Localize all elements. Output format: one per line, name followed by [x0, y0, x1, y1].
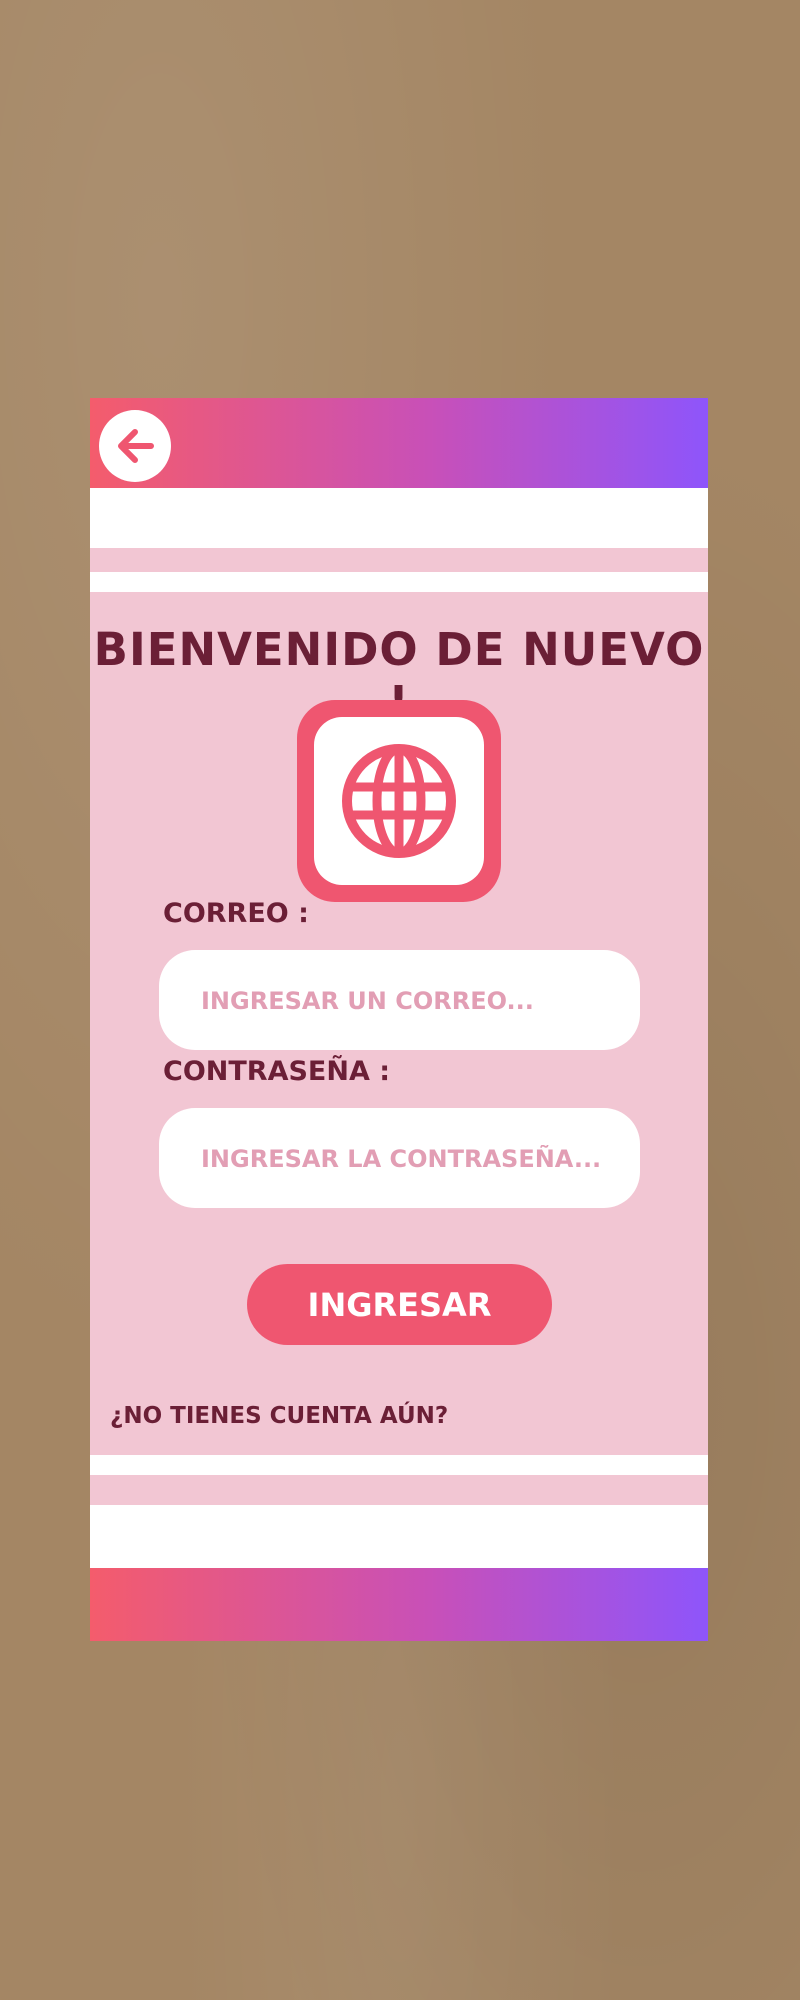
- top-band-1: [90, 488, 708, 548]
- signup-link[interactable]: ¿NO TIENES CUENTA AÚN?: [110, 1403, 448, 1429]
- arrow-left-icon: [118, 429, 154, 463]
- email-label: CORREO :: [163, 898, 309, 929]
- login-card: BIENVENIDO DE NUEVO ! CORREO : CONTRASEÑ…: [90, 398, 708, 1641]
- globe-icon: [342, 744, 456, 858]
- password-label: CONTRASEÑA :: [163, 1056, 391, 1087]
- login-button[interactable]: INGRESAR: [247, 1264, 552, 1345]
- top-band-2: [90, 572, 708, 592]
- email-field-container: [159, 950, 640, 1052]
- bottom-band-2: [90, 1505, 708, 1568]
- password-field-container: [159, 1108, 640, 1210]
- app-logo: [297, 700, 501, 902]
- footer-bar: [90, 1568, 708, 1641]
- bottom-band-1: [90, 1455, 708, 1475]
- header-bar: [90, 398, 708, 488]
- email-input[interactable]: [199, 950, 623, 1052]
- password-input[interactable]: [199, 1108, 623, 1210]
- back-button[interactable]: [99, 410, 171, 482]
